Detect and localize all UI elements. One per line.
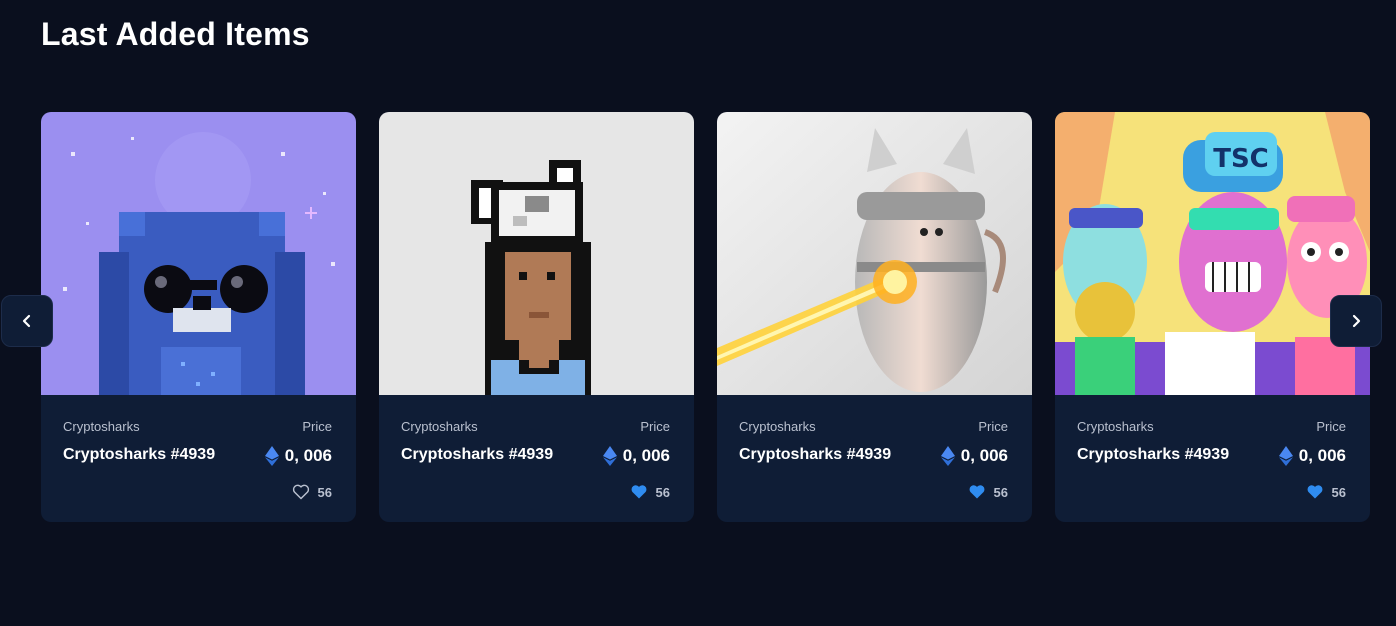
likes-count: 56 [993,484,1008,500]
price-value: 0, 006 [284,446,332,465]
nft-card-info: Cryptosharks Price Cryptosharks #4939 0,… [717,395,1032,522]
likes-group[interactable]: 56 [968,484,1008,500]
nft-card-info: Cryptosharks Price Cryptosharks #4939 0,… [1055,395,1370,522]
item-name[interactable]: Cryptosharks #4939 [1077,446,1229,464]
nft-card[interactable]: Cryptosharks Price Cryptosharks #4939 0,… [717,112,1032,522]
section-title: Last Added Items [41,16,310,52]
likes-group[interactable]: 56 [630,484,670,500]
likes-count: 56 [317,484,332,500]
price-value: 0, 006 [622,446,670,465]
item-name[interactable]: Cryptosharks #4939 [739,446,891,464]
price-label: Price [640,419,670,434]
robot-cat-laser [717,112,1032,395]
price-value-group: 0, 006 [264,446,332,466]
carousel-next-button[interactable] [1330,295,1382,347]
svg-text:TSC: TSC [1213,144,1269,174]
carousel-prev-button[interactable] [1,295,53,347]
purple-owl-pixel-art [41,112,356,395]
nft-card[interactable]: TSC Cryptosharks Price Cryptosharks #493… [1055,112,1370,522]
price-label: Price [1316,419,1346,434]
nft-image[interactable] [41,112,356,395]
likes-count: 56 [1331,484,1346,500]
likes-group[interactable]: 56 [1306,484,1346,500]
heart-filled-icon[interactable] [968,484,986,500]
item-name[interactable]: Cryptosharks #4939 [401,446,553,464]
nft-carousel: Cryptosharks Price Cryptosharks #4939 0,… [0,112,1396,522]
collection-name: Cryptosharks [63,419,140,434]
price-value-group: 0, 006 [940,446,1008,466]
nft-image[interactable] [379,112,694,395]
collection-name: Cryptosharks [739,419,816,434]
price-value: 0, 006 [1298,446,1346,465]
price-label: Price [978,419,1008,434]
chevron-right-icon [1352,314,1361,328]
price-value-group: 0, 006 [602,446,670,466]
price-label: Price [302,419,332,434]
ethereum-icon [940,446,955,466]
collection-name: Cryptosharks [401,419,478,434]
price-value-group: 0, 006 [1278,446,1346,466]
pixel-girl-with-cat-hat [379,112,694,395]
ethereum-icon [602,446,617,466]
chevron-left-icon [22,314,31,328]
colorful-zombie-crew: TSC [1055,112,1370,395]
nft-image[interactable]: TSC [1055,112,1370,395]
heart-filled-icon[interactable] [630,484,648,500]
nft-card[interactable]: Cryptosharks Price Cryptosharks #4939 0,… [379,112,694,522]
nft-image[interactable] [717,112,1032,395]
item-name[interactable]: Cryptosharks #4939 [63,446,215,464]
heart-filled-icon[interactable] [1306,484,1324,500]
likes-count: 56 [655,484,670,500]
price-value: 0, 006 [960,446,1008,465]
nft-card-info: Cryptosharks Price Cryptosharks #4939 0,… [379,395,694,522]
nft-card-info: Cryptosharks Price Cryptosharks #4939 0,… [41,395,356,522]
likes-group[interactable]: 56 [292,484,332,500]
ethereum-icon [1278,446,1293,466]
heart-outline-icon[interactable] [292,484,310,500]
ethereum-icon [264,446,279,466]
nft-card[interactable]: Cryptosharks Price Cryptosharks #4939 0,… [41,112,356,522]
collection-name: Cryptosharks [1077,419,1154,434]
